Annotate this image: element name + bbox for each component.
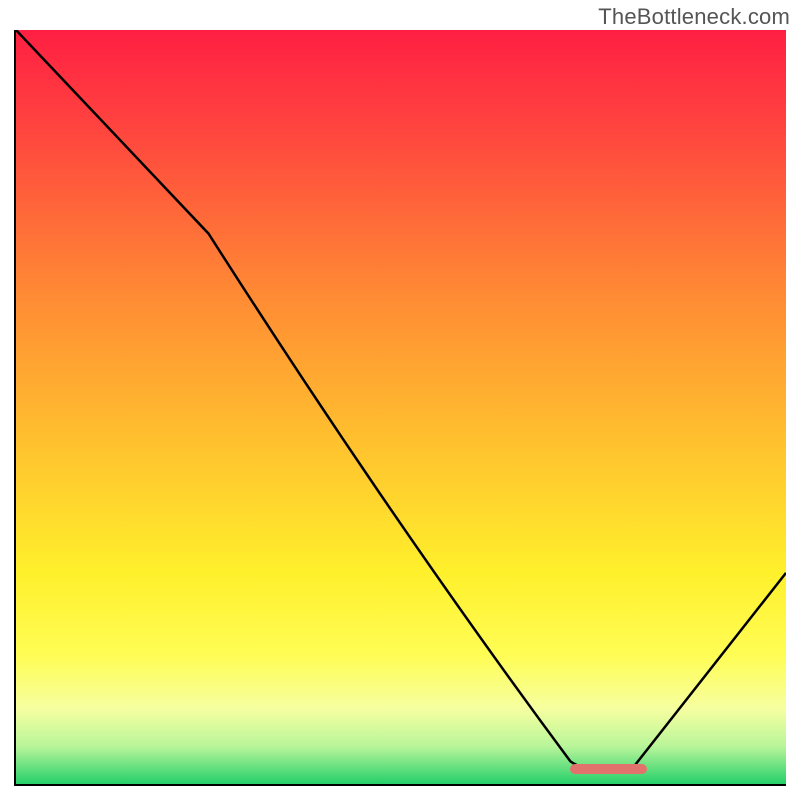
optimal-range-marker [570,764,647,774]
bottleneck-curve [16,30,786,784]
chart-plot-area [14,30,786,786]
watermark-text: TheBottleneck.com [598,4,790,30]
